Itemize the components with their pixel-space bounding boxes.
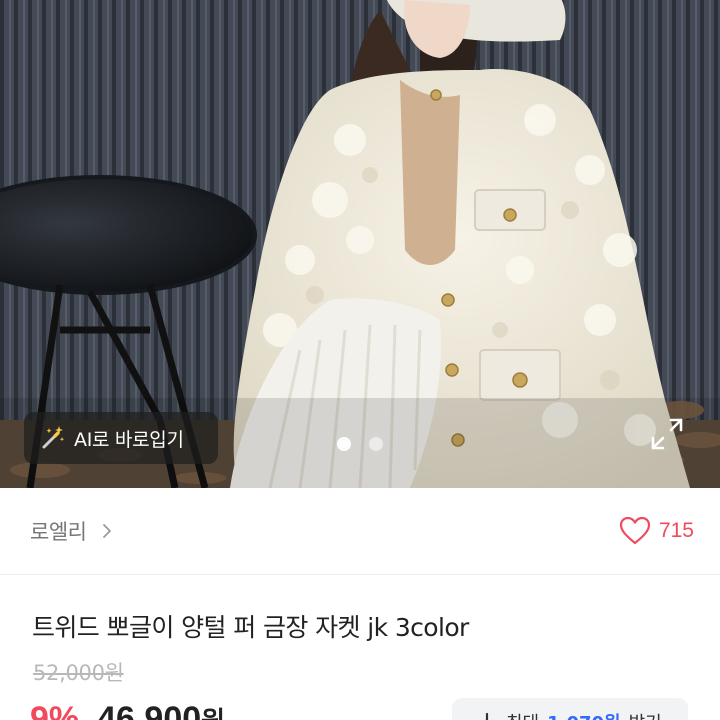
seller-row: 로엘리 715 (0, 488, 720, 574)
carousel-dot-1[interactable] (337, 437, 351, 451)
chevron-right-icon (103, 524, 112, 538)
section-divider (0, 574, 720, 575)
carousel-page-indicator (337, 437, 383, 451)
coupon-amount: 1,070원 (547, 709, 621, 720)
expand-fullscreen-icon[interactable] (649, 416, 685, 452)
coupon-suffix: 받기 (629, 709, 662, 720)
product-image-carousel[interactable]: AI로 바로입기 (0, 0, 720, 488)
download-icon (481, 712, 493, 720)
sale-price-unit: 원 (201, 707, 225, 720)
seller-link[interactable]: 로엘리 (30, 516, 114, 546)
seller-name: 로엘리 (30, 520, 87, 544)
discount-rate: 9% (30, 700, 80, 720)
price-row: 9% 46,900원 (30, 700, 225, 720)
coupon-prefix: 최대 (506, 709, 539, 720)
ai-try-on-button[interactable]: AI로 바로입기 (24, 412, 218, 464)
heart-icon (619, 516, 651, 545)
coupon-download-button[interactable]: 최대 1,070원 받기 (452, 698, 688, 720)
carousel-dot-2[interactable] (369, 437, 383, 451)
magic-wand-icon (42, 426, 65, 449)
product-title: 트위드 뽀글이 양털 퍼 금장 자켓 jk 3color (32, 613, 469, 642)
original-price: 52,000원 (33, 661, 124, 685)
sale-price-value: 46,900 (97, 700, 202, 720)
like-button[interactable]: 715 (619, 516, 694, 546)
sale-price: 46,900원 (97, 700, 225, 720)
like-count: 715 (658, 519, 694, 542)
ai-try-on-label: AI로 바로입기 (74, 428, 184, 451)
